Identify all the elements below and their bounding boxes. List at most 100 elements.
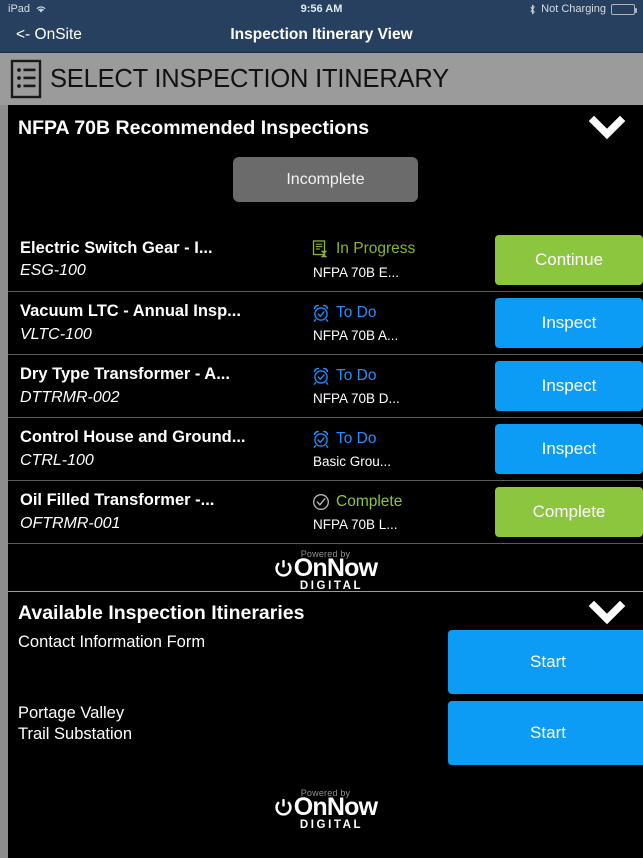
inspection-row[interactable]: Oil Filled Transformer -... OFTRMR-001 Com… bbox=[8, 480, 643, 543]
inspection-action-button[interactable]: Complete bbox=[495, 487, 643, 537]
inspection-title: Electric Switch Gear - I... bbox=[20, 238, 213, 257]
status-label: To Do bbox=[336, 366, 377, 384]
inspection-status-cell: To Do NFPA 70B D... bbox=[308, 366, 488, 407]
powered-by-logo-top: Powered by OnNow DIGITAL bbox=[8, 543, 643, 591]
chevron-down-icon[interactable] bbox=[585, 600, 629, 626]
inspection-title: Oil Filled Transformer -... bbox=[20, 491, 215, 510]
power-symbol-icon bbox=[274, 559, 293, 578]
inspection-id: ESG-100 bbox=[20, 262, 86, 280]
onnow-brand: OnNow bbox=[274, 793, 378, 821]
inspection-action-cell: Inspect bbox=[495, 298, 643, 348]
status-subtitle: Basic Grou... bbox=[313, 454, 392, 470]
page-header-title: SELECT INSPECTION ITINERARY bbox=[50, 64, 449, 93]
inspection-status-cell: In Progress NFPA 70B E... bbox=[308, 239, 488, 280]
status-bar-right: Not Charging bbox=[529, 3, 637, 15]
status-subtitle: NFPA 70B D... bbox=[313, 391, 400, 407]
digital-label: DIGITAL bbox=[299, 579, 364, 591]
inspection-action-cell: Complete bbox=[495, 487, 643, 537]
available-section-title: Available Inspection Itineraries bbox=[18, 601, 305, 624]
page-title: Inspection Itinerary View bbox=[230, 26, 413, 43]
navigation-bar: <- OnSite Inspection Itinerary View bbox=[0, 18, 643, 53]
chevron-down-icon[interactable] bbox=[585, 115, 629, 141]
device-label: iPad bbox=[8, 3, 31, 15]
content-scroll-area[interactable]: NFPA 70B Recommended Inspections Incompl… bbox=[0, 105, 643, 858]
inspection-row[interactable]: Vacuum LTC - Annual Insp... VLTC-100 To Do… bbox=[8, 291, 643, 354]
status-badge: Complete bbox=[312, 492, 488, 513]
inspection-row[interactable]: Electric Switch Gear - I... ESG-100 In Pro… bbox=[8, 228, 643, 291]
available-row-list: Contact Information Form Start Portage Val… bbox=[8, 630, 643, 772]
inspection-name-cell: Oil Filled Transformer -... OFTRMR-001 bbox=[8, 489, 308, 534]
inspection-title: Vacuum LTC - Annual Insp... bbox=[20, 302, 241, 321]
power-symbol-icon bbox=[274, 798, 293, 817]
inspection-title: Dry Type Transformer - A... bbox=[20, 365, 230, 384]
status-badge: In Progress bbox=[312, 239, 488, 260]
inspection-action-button[interactable]: Continue bbox=[495, 234, 643, 285]
inspection-action-button[interactable]: Inspect bbox=[495, 298, 643, 348]
digital-label: DIGITAL bbox=[299, 818, 364, 831]
inspection-status-cell: To Do NFPA 70B A... bbox=[308, 303, 488, 344]
status-subtitle: NFPA 70B E... bbox=[313, 264, 400, 280]
incomplete-filter-button[interactable]: Incomplete bbox=[233, 157, 418, 202]
start-button[interactable]: Start bbox=[448, 630, 643, 694]
back-button[interactable]: <- OnSite bbox=[0, 26, 82, 44]
powered-by-logo-bottom: Powered by OnNow DIGITAL bbox=[8, 772, 643, 831]
status-label: Complete bbox=[336, 492, 403, 510]
battery-icon bbox=[611, 3, 637, 15]
onnow-brand: OnNow bbox=[274, 554, 378, 582]
alarm-clock-check-icon bbox=[312, 430, 330, 448]
inspection-row[interactable]: Control House and Ground... CTRL-100 To Do… bbox=[8, 417, 643, 480]
onnow-brand-text: OnNow bbox=[293, 793, 378, 821]
inspection-action-button[interactable]: Inspect bbox=[495, 361, 643, 411]
inspection-action-button[interactable]: Inspect bbox=[495, 424, 643, 474]
status-badge: To Do bbox=[312, 366, 488, 387]
wifi-icon bbox=[35, 4, 47, 14]
select-itinerary-header: SELECT INSPECTION ITINERARY bbox=[0, 53, 643, 105]
inspection-action-cell: Inspect bbox=[495, 361, 643, 411]
start-button[interactable]: Start bbox=[448, 701, 643, 765]
inspection-name-cell: Vacuum LTC - Annual Insp... VLTC-100 bbox=[8, 300, 308, 345]
inspection-action-cell: Inspect bbox=[495, 424, 643, 474]
inspection-status-cell: To Do Basic Grou... bbox=[308, 429, 488, 470]
recommended-inspections-section: NFPA 70B Recommended Inspections Incompl… bbox=[8, 105, 643, 591]
status-label: To Do bbox=[336, 429, 377, 447]
available-itineraries-section: Available Inspection Itineraries Contact… bbox=[8, 592, 643, 831]
available-itinerary-row[interactable]: Contact Information Form Start bbox=[8, 630, 643, 701]
available-itinerary-name: Contact Information Form bbox=[18, 633, 206, 651]
bluetooth-icon bbox=[529, 4, 536, 15]
inspection-title: Control House and Ground... bbox=[20, 428, 246, 447]
status-bar-left: iPad bbox=[8, 3, 47, 15]
recommended-section-header: NFPA 70B Recommended Inspections bbox=[8, 105, 643, 149]
filter-row: Incomplete bbox=[8, 149, 643, 228]
inspection-name-cell: Dry Type Transformer - A... DTTRMR-002 bbox=[8, 363, 308, 408]
available-itinerary-row[interactable]: Portage Valley Trail Substation Start bbox=[8, 701, 643, 772]
inspection-action-cell: Continue bbox=[495, 234, 643, 285]
inspection-status-cell: Complete NFPA 70B L... bbox=[308, 492, 488, 533]
alarm-clock-check-icon bbox=[312, 367, 330, 385]
status-badge: To Do bbox=[312, 303, 488, 324]
inspection-row[interactable]: Dry Type Transformer - A... DTTRMR-002 To … bbox=[8, 354, 643, 417]
document-hourglass-icon bbox=[312, 240, 330, 258]
circle-check-icon bbox=[312, 493, 330, 511]
inspection-id: DTTRMR-002 bbox=[20, 388, 120, 406]
ios-status-bar: iPad 9:56 AM Not Charging bbox=[0, 0, 643, 18]
onnow-logo: Powered by OnNow DIGITAL bbox=[8, 544, 643, 591]
onnow-brand-text: OnNow bbox=[293, 554, 378, 582]
status-subtitle: NFPA 70B L... bbox=[313, 517, 398, 533]
status-label: To Do bbox=[336, 303, 377, 321]
inspection-id: VLTC-100 bbox=[20, 325, 92, 343]
status-subtitle: NFPA 70B A... bbox=[313, 328, 399, 344]
inspection-id: CTRL-100 bbox=[20, 451, 94, 469]
alarm-clock-check-icon bbox=[312, 304, 330, 322]
list-document-icon bbox=[8, 59, 44, 99]
inspection-name-cell: Control House and Ground... CTRL-100 bbox=[8, 426, 308, 471]
status-label: In Progress bbox=[336, 240, 416, 258]
recommended-section-title: NFPA 70B Recommended Inspections bbox=[18, 116, 370, 139]
available-itinerary-name: Portage Valley Trail Substation bbox=[18, 704, 133, 744]
available-section-header: Available Inspection Itineraries bbox=[8, 592, 643, 630]
onnow-logo: Powered by OnNow DIGITAL bbox=[274, 788, 378, 831]
inspection-name-cell: Electric Switch Gear - I... ESG-100 bbox=[8, 237, 308, 282]
status-badge: To Do bbox=[312, 429, 488, 450]
charging-status-label: Not Charging bbox=[541, 3, 606, 15]
inspection-id: OFTRMR-001 bbox=[20, 514, 121, 532]
inspection-row-list: Electric Switch Gear - I... ESG-100 In Pro… bbox=[8, 228, 643, 543]
